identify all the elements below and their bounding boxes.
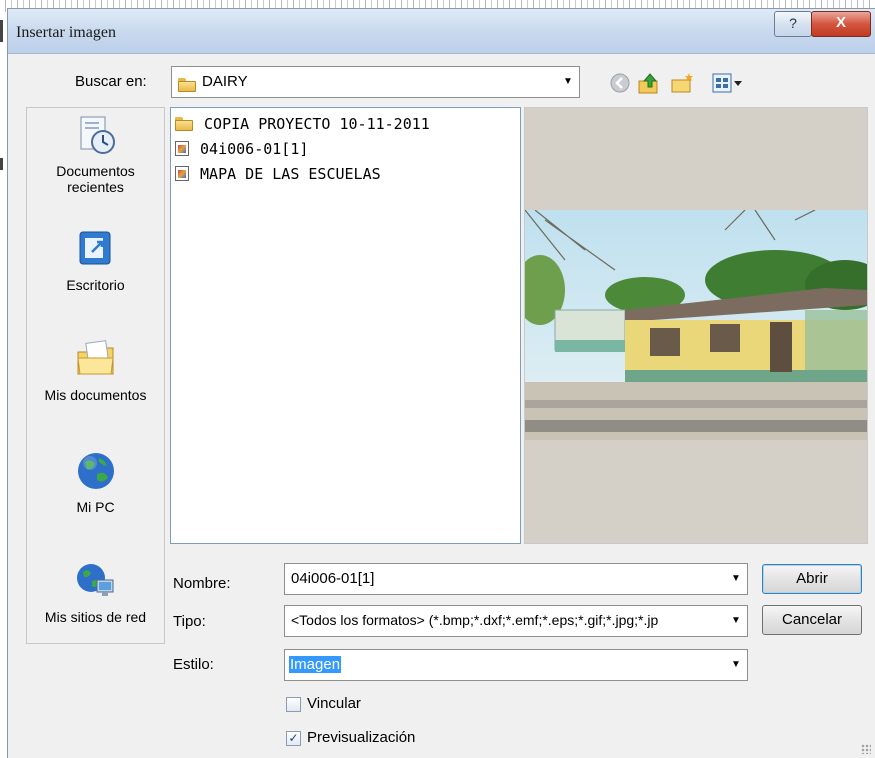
title-bar: Insertar imagen ? X xyxy=(8,9,875,54)
list-item[interactable]: COPIA PROYECTO 10-11-2011 xyxy=(175,114,430,133)
file-name: MAPA DE LAS ESCUELAS xyxy=(200,164,381,183)
place-label: Mis documentos xyxy=(44,387,147,403)
file-type-value: <Todos los formatos> (*.bmp;*.dxf;*.emf;… xyxy=(291,612,659,628)
background-text-mark xyxy=(0,20,3,42)
file-type-combo[interactable]: <Todos los formatos> (*.bmp;*.dxf;*.emf;… xyxy=(284,605,748,637)
open-button[interactable]: Abrir xyxy=(762,564,862,594)
place-my-documents[interactable]: Mis documentos xyxy=(27,338,164,403)
close-button[interactable]: X xyxy=(811,11,871,37)
network-places-icon xyxy=(76,564,113,596)
preview-label: Previsualización xyxy=(307,729,416,746)
look-in-label: Buscar en: xyxy=(75,73,147,90)
place-my-computer[interactable]: Mi PC xyxy=(27,450,164,515)
type-label: Tipo: xyxy=(173,613,206,630)
image-file-icon xyxy=(175,166,189,181)
preview-pane xyxy=(524,107,868,544)
folder-icon xyxy=(175,117,193,131)
style-combo[interactable]: Imagen ▼ xyxy=(284,649,748,681)
file-name-combo[interactable]: 04i006-01[1] ▼ xyxy=(284,563,748,595)
resize-grip[interactable] xyxy=(861,744,871,754)
preview-checkbox[interactable]: ✓ xyxy=(286,731,301,746)
place-label: Escritorio xyxy=(66,277,125,293)
new-folder-icon[interactable] xyxy=(670,71,694,95)
desktop-icon xyxy=(79,231,110,265)
link-label: Vincular xyxy=(307,695,361,712)
chevron-down-icon[interactable]: ▼ xyxy=(725,564,747,594)
list-item[interactable]: 04i006-01[1] xyxy=(175,139,308,158)
folder-icon xyxy=(178,75,196,92)
style-label: Estilo: xyxy=(173,656,214,673)
dialog-title: Insertar imagen xyxy=(16,24,116,41)
cancel-button[interactable]: Cancelar xyxy=(762,605,862,635)
look-in-combo[interactable]: DAIRY ▼ xyxy=(171,66,580,98)
chevron-down-icon[interactable]: ▼ xyxy=(557,67,579,97)
place-label: Documentos recientes xyxy=(56,163,135,195)
place-network[interactable]: Mis sitios de red xyxy=(27,560,164,625)
style-value-wrap: Imagen xyxy=(289,656,342,673)
list-item[interactable]: MAPA DE LAS ESCUELAS xyxy=(175,164,381,183)
file-list[interactable]: COPIA PROYECTO 10-11-2011 04i006-01[1] M… xyxy=(170,107,521,544)
back-icon[interactable] xyxy=(608,71,632,95)
place-desktop[interactable]: Escritorio xyxy=(27,228,164,293)
place-label: Mis sitios de red xyxy=(44,609,147,625)
recent-documents-icon xyxy=(80,116,115,154)
place-recent-documents[interactable]: Documentos recientes xyxy=(27,114,164,195)
my-documents-icon xyxy=(76,340,114,375)
file-name: 04i006-01[1] xyxy=(200,139,309,158)
view-menu-icon[interactable] xyxy=(711,71,745,95)
look-in-value: DAIRY xyxy=(202,73,248,90)
place-label: Mi PC xyxy=(76,499,115,515)
link-checkbox[interactable] xyxy=(286,697,301,712)
file-name: COPIA PROYECTO 10-11-2011 xyxy=(204,114,430,133)
insert-image-dialog: Insertar imagen ? X Buscar en: DAIRY ▼ D… xyxy=(7,8,875,758)
my-computer-icon xyxy=(77,453,114,489)
places-bar: Documentos recientes Escritorio Mis docu… xyxy=(26,107,165,644)
file-name-value: 04i006-01[1] xyxy=(291,570,375,587)
style-value: Imagen xyxy=(289,656,342,673)
up-folder-icon[interactable] xyxy=(637,71,661,95)
background-text-mark xyxy=(0,158,3,170)
help-button[interactable]: ? xyxy=(774,11,812,37)
image-file-icon xyxy=(175,141,189,156)
chevron-down-icon[interactable]: ▼ xyxy=(725,650,747,680)
chevron-down-icon[interactable]: ▼ xyxy=(725,606,747,636)
name-label: Nombre: xyxy=(173,575,231,592)
school-photo-preview xyxy=(525,210,867,440)
